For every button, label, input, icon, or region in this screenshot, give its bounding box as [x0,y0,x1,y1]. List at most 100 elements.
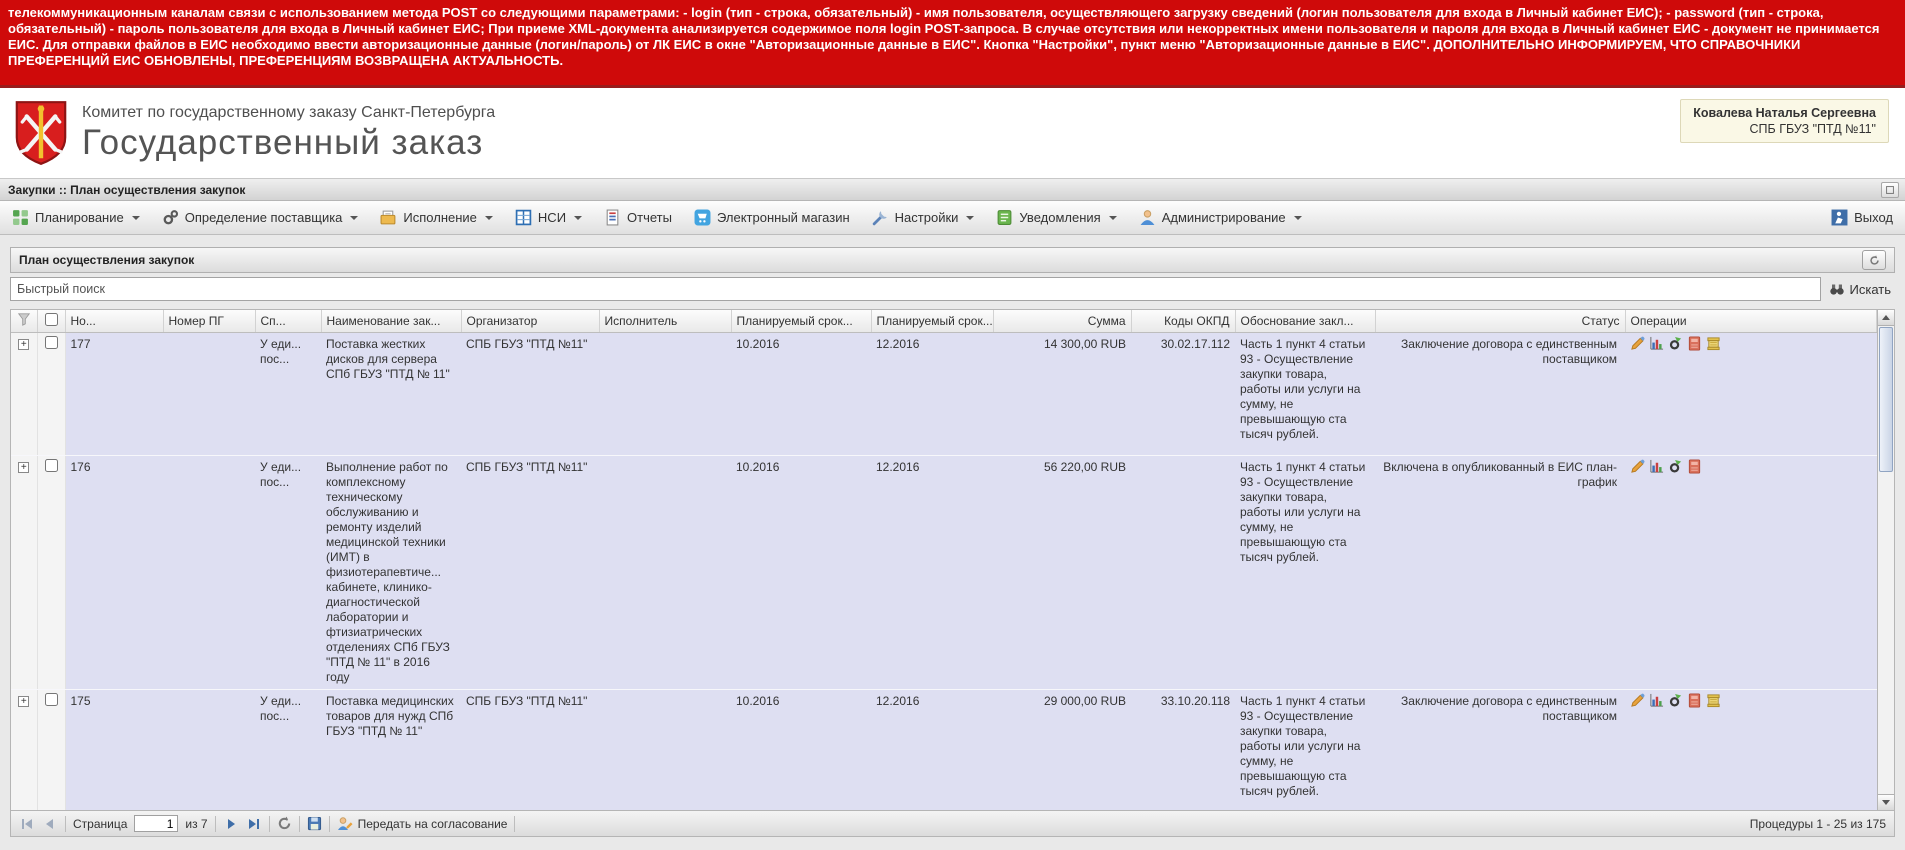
col-header-status[interactable]: Статус [1375,310,1626,333]
menu-label: Определение поставщика [184,210,343,225]
prev-page-button[interactable] [42,816,58,832]
red-book-icon[interactable] [1687,336,1702,351]
process-gear-icon[interactable] [1668,693,1683,708]
current-user-box[interactable]: Ковалева Наталья Сергеевна СПБ ГБУЗ "ПТД… [1680,99,1889,143]
menu-item-planning[interactable]: Планирование [12,209,140,226]
col-header-method[interactable]: Сп... [255,310,322,333]
cell-organizer: СПБ ГБУЗ "ПТД №11" [461,689,599,810]
cell-method: У еди... пос... [255,689,321,810]
collapse-panel-button[interactable] [1881,182,1899,198]
save-icon[interactable] [307,816,322,831]
refresh-icon[interactable] [277,816,292,831]
binoculars-icon [1829,281,1845,297]
committee-name: Комитет по государственному заказу Санкт… [82,103,496,121]
menu-item-notifications[interactable]: Уведомления [996,209,1117,226]
cell-pg-number [163,455,255,690]
submit-for-approval-button[interactable]: Передать на согласование [337,816,507,832]
edit-icon[interactable] [1630,336,1645,351]
cell-name: Поставка медицинских товаров для нужд СП… [321,689,461,810]
folder-icon [380,209,397,226]
expand-row-icon[interactable] [18,338,30,350]
col-header-term-end[interactable]: Планируемый срок... [871,310,994,333]
table-row[interactable]: 176 У еди... пос... Выполнение работ по … [11,455,1877,690]
exit-label: Выход [1854,210,1893,225]
table-row[interactable]: 177 У еди... пос... Поставка жестких дис… [11,332,1877,456]
app-title: Государственный заказ [82,122,484,162]
menu-item-nsi[interactable]: НСИ [515,209,583,226]
row-checkbox[interactable] [44,335,58,349]
menu-item-reports[interactable]: Отчеты [604,209,672,226]
col-header-name[interactable]: Наименование зак... [321,310,462,333]
col-header-okpd[interactable]: Коды ОКПД [1131,310,1236,333]
vertical-scrollbar[interactable] [1878,309,1895,811]
cell-name: Выполнение работ по комплексному техниче… [321,455,461,690]
next-page-button[interactable] [223,816,239,832]
divider [298,815,300,832]
table-row[interactable]: 175 У еди... пос... Поставка медицинских… [11,689,1877,810]
last-page-button[interactable] [246,816,262,832]
cell-term-end: 12.2016 [871,455,993,690]
process-gear-icon[interactable] [1668,336,1683,351]
chevron-down-icon [350,215,359,220]
page-number-input[interactable] [134,815,179,832]
stats-icon[interactable] [1649,336,1664,351]
contract-seal-icon[interactable] [1706,693,1721,708]
edit-icon[interactable] [1630,459,1645,474]
filter-funnel-icon[interactable] [17,312,31,326]
cell-status: Заключение договора с единственным поста… [1375,332,1625,456]
wrench-icon [872,209,889,226]
col-header-term-start[interactable]: Планируемый срок... [731,310,872,333]
search-button[interactable]: Искать [1829,281,1896,297]
row-checkbox[interactable] [44,458,58,472]
user-edit-icon [337,816,353,832]
expand-row-icon[interactable] [18,461,30,473]
menu-label: Уведомления [1019,210,1101,225]
cell-term-start: 10.2016 [731,689,871,810]
scroll-up-button[interactable] [1878,310,1894,326]
red-book-icon[interactable] [1687,459,1702,474]
col-header-executor[interactable]: Исполнитель [599,310,732,333]
menu-item-supplier-determination[interactable]: Определение поставщика [162,209,359,226]
edit-icon[interactable] [1630,693,1645,708]
cell-executor [599,332,731,456]
cell-sum: 56 220,00 RUB [993,455,1131,690]
page-label: Страница [73,816,128,831]
col-header-organizer[interactable]: Организатор [461,310,600,333]
scroll-down-button[interactable] [1878,794,1894,810]
process-gear-icon[interactable] [1668,459,1683,474]
col-header-pg-number[interactable]: Номер ПГ [163,310,256,333]
divider [65,815,66,832]
report-icon [604,209,621,226]
spb-coat-of-arms-logo [14,100,68,166]
col-header-number[interactable]: Но... [65,310,164,333]
search-input[interactable] [10,277,1821,301]
expand-row-icon[interactable] [18,695,30,707]
exit-icon [1831,209,1848,226]
cell-term-end: 12.2016 [871,332,993,456]
menu-item-settings[interactable]: Настройки [872,209,975,226]
first-page-button[interactable] [19,816,35,832]
menu-label: Электронный магазин [716,210,850,225]
chevron-down-icon [484,215,493,220]
col-header-sum[interactable]: Сумма [993,310,1132,333]
scrollbar-thumb[interactable] [1879,327,1893,472]
contract-seal-icon[interactable] [1706,336,1721,351]
stats-icon[interactable] [1649,459,1664,474]
panel-refresh-button[interactable] [1862,250,1886,270]
exit-button[interactable]: Выход [1831,209,1893,226]
cell-okpd: 30.02.17.112 [1131,332,1235,456]
cell-number: 176 [65,455,163,690]
menu-item-administration[interactable]: Администрирование [1139,209,1302,226]
menu-item-execution[interactable]: Исполнение [380,209,493,226]
col-header-justification[interactable]: Обоснование закл... [1235,310,1376,333]
menu-item-eshop[interactable]: Электронный магазин [694,209,850,226]
row-checkbox[interactable] [44,692,58,706]
chevron-down-icon [574,215,583,220]
cell-term-end: 12.2016 [871,689,993,810]
cell-sum: 29 000,00 RUB [993,689,1131,810]
red-book-icon[interactable] [1687,693,1702,708]
stats-icon[interactable] [1649,693,1664,708]
select-all-checkbox[interactable] [44,312,58,326]
cell-operations [1625,455,1877,690]
cell-term-start: 10.2016 [731,455,871,690]
